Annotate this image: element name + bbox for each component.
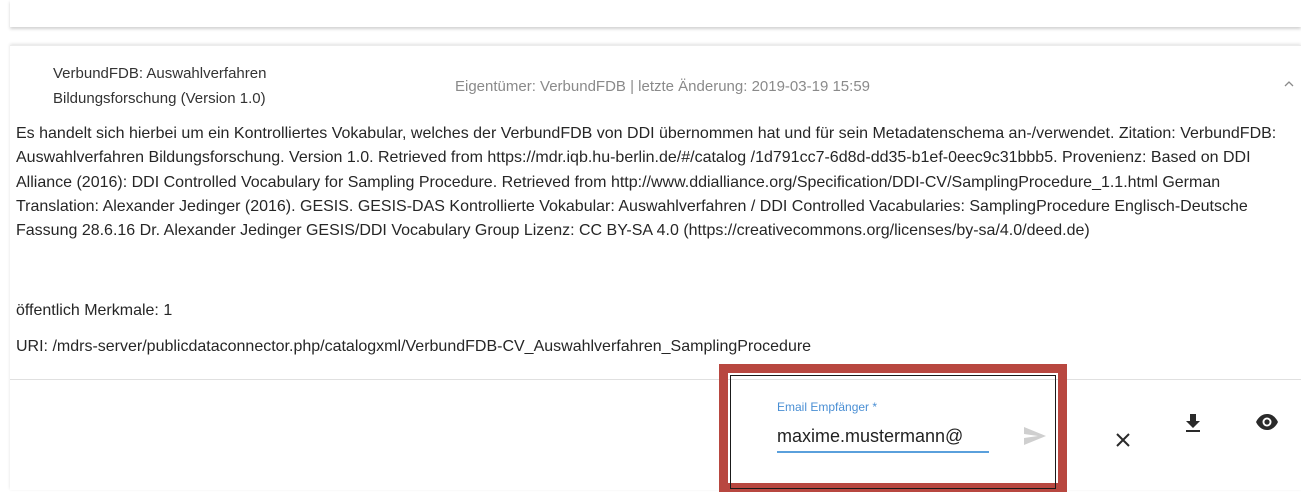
- entry-uri: URI: /mdrs-server/publicdataconnector.ph…: [16, 338, 812, 355]
- entry-meta: Eigentümer: VerbundFDB | letzte Änderung…: [455, 78, 870, 95]
- previous-card: [10, 0, 1301, 27]
- highlight-inner-border: [730, 375, 1056, 489]
- divider: [10, 379, 1301, 380]
- chevron-up-icon[interactable]: [1281, 76, 1297, 92]
- vocabulary-card: VerbundFDB: Auswahlverfahren Bildungsfor…: [10, 45, 1301, 490]
- entry-description: Es handelt sich hierbei um ein Kontrolli…: [16, 125, 1277, 240]
- entry-title[interactable]: VerbundFDB: Auswahlverfahren Bildungsfor…: [53, 61, 343, 111]
- public-features: öffentlich Merkmale: 1: [16, 302, 173, 319]
- eye-icon[interactable]: [1255, 413, 1279, 431]
- download-icon[interactable]: [1184, 413, 1202, 433]
- close-icon[interactable]: [1114, 431, 1132, 449]
